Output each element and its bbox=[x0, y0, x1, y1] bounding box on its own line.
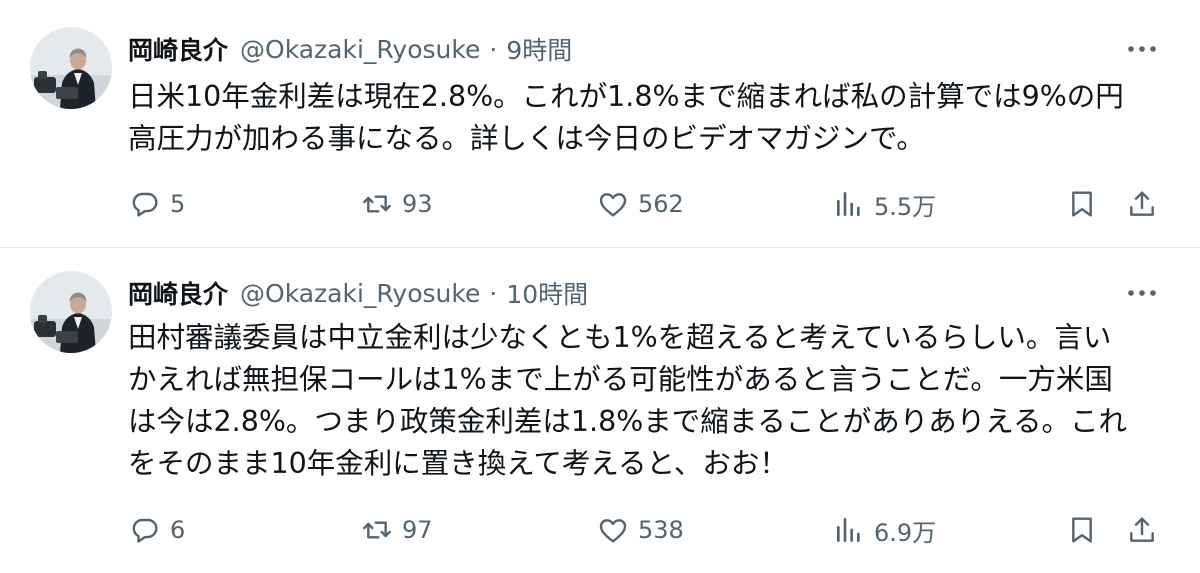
more-options-button[interactable] bbox=[1122, 33, 1162, 65]
tweet-header: 岡崎良介 @Okazaki_Ryosuke · 10時間 bbox=[128, 273, 588, 313]
action-bar: 5 93 562 5.5万 bbox=[0, 180, 1200, 228]
action-bar: 6 97 538 6.9万 bbox=[0, 506, 1200, 554]
avatar[interactable] bbox=[30, 27, 112, 109]
reply-count: 5 bbox=[170, 190, 186, 218]
header-separator: · bbox=[489, 34, 498, 64]
bookmark-icon bbox=[1072, 191, 1092, 217]
retweet-button[interactable]: 93 bbox=[361, 180, 433, 228]
bookmark-button[interactable] bbox=[1066, 506, 1098, 554]
tweet-text-line: をそのまま10年金利に置き換えて考えると、おお！ bbox=[128, 447, 788, 480]
share-button[interactable] bbox=[1126, 506, 1158, 554]
more-horizontal-icon bbox=[1128, 290, 1156, 296]
tweet-text-line: 田村審議委員は中立金利は少なくとも1%を超えると考えているらしい。言い bbox=[128, 321, 1112, 354]
reply-button[interactable]: 6 bbox=[129, 506, 185, 554]
heart-icon bbox=[599, 193, 627, 217]
retweet-count: 97 bbox=[402, 516, 433, 544]
tweet-text-line: 日米10年金利差は現在2.8%。これが1.8%まで縮まれば私の計算では9%の円 bbox=[128, 80, 1124, 113]
bar-chart-icon bbox=[837, 518, 860, 542]
retweet-arrows-icon bbox=[363, 195, 391, 213]
retweet-count: 93 bbox=[402, 190, 433, 218]
more-horizontal-icon bbox=[1128, 46, 1156, 52]
reply-button[interactable]: 5 bbox=[129, 180, 185, 228]
views-count: 6.9万 bbox=[874, 518, 937, 547]
like-count: 562 bbox=[638, 190, 684, 218]
tweet-text-line: かえれば無担保コールは1%まで上がる可能性があると言うことだ。一方米国 bbox=[128, 363, 1113, 396]
views-button[interactable]: 6.9万 bbox=[833, 506, 936, 554]
avatar[interactable] bbox=[30, 271, 112, 353]
bookmark-icon bbox=[1072, 517, 1092, 543]
author-name[interactable]: 岡崎良介 bbox=[128, 31, 228, 67]
retweet-button[interactable]: 97 bbox=[361, 506, 433, 554]
post-time[interactable]: 9時間 bbox=[506, 31, 572, 67]
share-upload-icon bbox=[1130, 191, 1154, 216]
share-upload-icon bbox=[1130, 517, 1154, 542]
reply-bubble-icon bbox=[132, 518, 158, 543]
tweet[interactable]: 岡崎良介 @Okazaki_Ryosuke · 9時間 日米10年金利差は現在2… bbox=[0, 0, 1200, 248]
author-handle[interactable]: @Okazaki_Ryosuke bbox=[240, 35, 480, 64]
bar-chart-icon bbox=[837, 192, 860, 216]
like-button[interactable]: 562 bbox=[597, 180, 684, 228]
like-button[interactable]: 538 bbox=[597, 506, 684, 554]
tweet-text-line: 高圧力が加わる事になる。詳しくは今日のビデオマガジンで。 bbox=[128, 122, 925, 155]
bookmark-button[interactable] bbox=[1066, 180, 1098, 228]
tweet[interactable]: 岡崎良介 @Okazaki_Ryosuke · 10時間 田村審議委員は中立金利… bbox=[0, 248, 1200, 573]
heart-icon bbox=[599, 519, 627, 543]
tweet-text: 田村審議委員は中立金利は少なくとも1%を超えると考えているらしい。言い かえれば無… bbox=[128, 317, 1168, 485]
more-options-button[interactable] bbox=[1122, 277, 1162, 309]
share-button[interactable] bbox=[1126, 180, 1158, 228]
author-name[interactable]: 岡崎良介 bbox=[128, 275, 228, 311]
tweet-text: 日米10年金利差は現在2.8%。これが1.8%まで縮まれば私の計算では9%の円高… bbox=[128, 76, 1168, 160]
tweet-text-line: は今は2.8%。つまり政策金利差は1.8%まで縮まることがありありえる。これ bbox=[128, 405, 1127, 438]
reply-count: 6 bbox=[170, 516, 186, 544]
header-separator: · bbox=[489, 278, 498, 308]
views-button[interactable]: 5.5万 bbox=[833, 180, 936, 228]
like-count: 538 bbox=[638, 516, 684, 544]
reply-bubble-icon bbox=[132, 192, 158, 217]
post-time[interactable]: 10時間 bbox=[506, 275, 588, 311]
author-handle[interactable]: @Okazaki_Ryosuke bbox=[240, 279, 480, 308]
tweet-header: 岡崎良介 @Okazaki_Ryosuke · 9時間 bbox=[128, 29, 572, 69]
views-count: 5.5万 bbox=[874, 192, 937, 221]
retweet-arrows-icon bbox=[363, 521, 391, 539]
